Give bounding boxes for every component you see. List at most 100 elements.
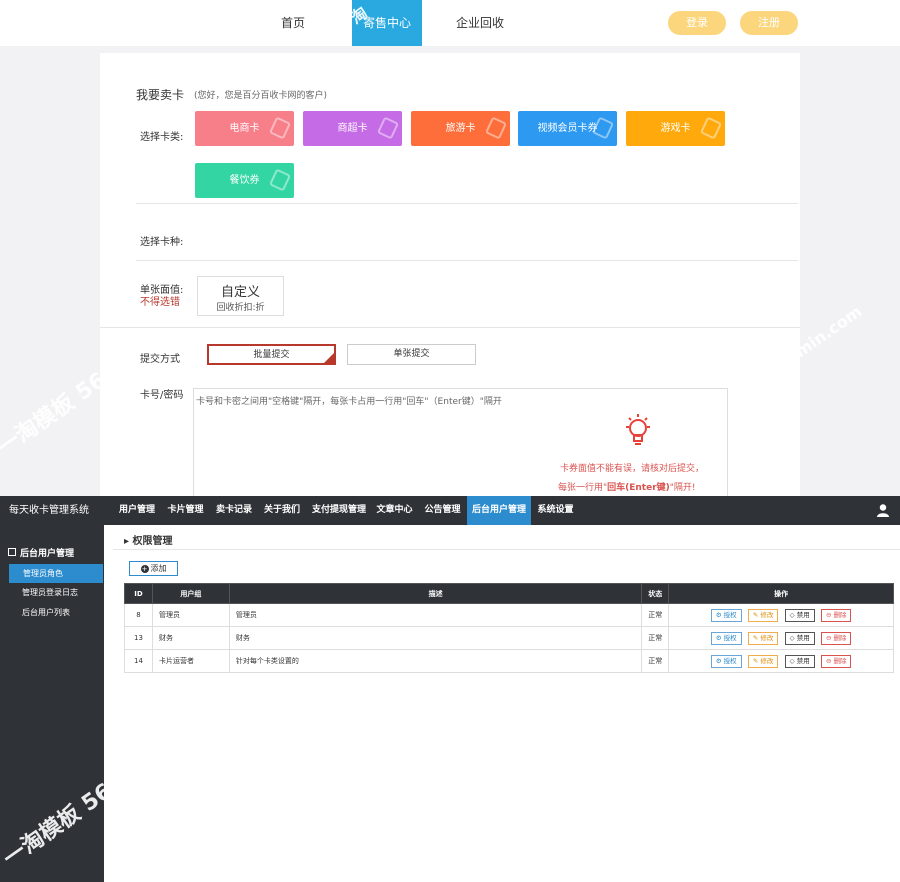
divider (136, 260, 798, 261)
custom-value-option[interactable]: 自定义 回收折扣:折 (197, 276, 284, 316)
cell-id: 13 (124, 626, 153, 650)
divider (100, 327, 800, 328)
edit-button[interactable]: ✎ 修改 (747, 654, 779, 668)
divider (113, 549, 900, 550)
tip-text: "隔开! (669, 483, 696, 493)
category-label-text: 餐饮券 (229, 175, 260, 186)
tip-line-1: 卡券面值不能有误，请核对后提交， (560, 464, 705, 474)
col-actions: 操作 (668, 583, 894, 604)
divider (136, 203, 798, 204)
card-input-textarea[interactable]: 卡号和卡密之间用"空格键"隔开，每张卡占用一行用"回车"（Enter键）"隔开 … (193, 388, 728, 496)
category-supermarket[interactable]: 商超卡 (303, 111, 402, 146)
single-submit-label: 单张提交 (393, 349, 430, 359)
category-label-text: 视频会员卡券 (537, 123, 598, 134)
plus-icon: + (140, 565, 149, 573)
nav-home[interactable]: 首页 (263, 0, 323, 46)
edit-button[interactable]: ✎ 修改 (747, 608, 779, 622)
register-button[interactable]: 注册 (740, 11, 798, 35)
breadcrumb: ▸ 权限管理 (124, 536, 173, 547)
topnav-admin-users[interactable]: 后台用户管理 (467, 496, 531, 525)
tip-line-2: 每张一行用"回车(Enter键)"隔开! (558, 480, 696, 493)
user-icon[interactable] (877, 504, 889, 517)
cell-status: 正常 (641, 603, 670, 627)
batch-submit-label: 批量提交 (253, 350, 290, 360)
authorize-button[interactable]: ⚙ 授权 (710, 631, 742, 645)
topnav-cards[interactable]: 卡片管理 (163, 496, 208, 525)
delete-label: 删除 (833, 610, 847, 619)
palm-icon (484, 116, 508, 140)
add-role-button[interactable]: + 添加 (129, 561, 178, 576)
authorize-button[interactable]: ⚙ 授权 (710, 608, 742, 622)
delete-button[interactable]: ⊖ 删除 (820, 631, 852, 645)
table-header: ID 用户组 描述 状态 操作 (124, 583, 894, 604)
tip-emphasis: 回车(Enter键) (607, 483, 670, 493)
category-video[interactable]: 视频会员卡券 (518, 111, 617, 146)
check-corner-icon (323, 352, 335, 364)
delete-button[interactable]: ⊖ 删除 (820, 608, 852, 622)
disable-label: 禁用 (796, 610, 810, 619)
edit-button[interactable]: ✎ 修改 (747, 631, 779, 645)
admin-sidebar: 后台用户管理 管理员角色 管理员登录日志 后台用户列表 一淘模板 56a (0, 525, 129, 882)
category-ecommerce[interactable]: 电商卡 (195, 111, 294, 146)
disable-label: 禁用 (796, 656, 810, 665)
topnav-settings[interactable]: 系统设置 (533, 496, 578, 525)
disable-button[interactable]: ◇ 禁用 (784, 631, 815, 645)
tip-text: 每张一行用" (558, 483, 608, 493)
category-travel[interactable]: 旅游卡 (411, 111, 510, 146)
topnav-users[interactable]: 用户管理 (114, 496, 160, 525)
sidebar-group-header[interactable]: 后台用户管理 (8, 546, 74, 559)
batch-submit-button[interactable]: 批量提交 (207, 344, 336, 365)
watermark: 一淘模板 56a (0, 770, 129, 872)
cell-status: 正常 (641, 626, 670, 650)
col-desc: 描述 (228, 583, 643, 604)
category-dining[interactable]: 餐饮券 (195, 163, 294, 198)
sidebar-item-login-log[interactable]: 管理员登录日志 (0, 583, 104, 602)
category-game[interactable]: 游戏卡 (626, 111, 725, 146)
site-nav: 首页 寄售中心 企业回收 登录 注册 (0, 0, 900, 46)
authorize-label: 授权 (723, 633, 737, 642)
topnav-notices[interactable]: 公告管理 (420, 496, 465, 525)
topnav-articles[interactable]: 文章中心 (372, 496, 417, 525)
nav-consignment[interactable]: 寄售中心 (352, 0, 422, 46)
table-row: 14 卡片运营者 针对每个卡类设置的 正常 ⚙ 授权 ✎ 修改 ◇ 禁用 ⊖ 删… (124, 649, 894, 673)
storefront: 首页 寄售中心 企业回收 登录 注册 我要卖卡 (您好，您是百分百收卡网的客户)… (0, 0, 900, 496)
cell-group: 管理员 (151, 603, 230, 627)
disable-button[interactable]: ◇ 禁用 (784, 654, 815, 668)
card-icon (268, 116, 292, 140)
sidebar-item-admin-roles[interactable]: 管理员角色 (9, 564, 103, 583)
topnav-payments[interactable]: 支付提现管理 (308, 496, 370, 525)
table-row: 13 财务 财务 正常 ⚙ 授权 ✎ 修改 ◇ 禁用 ⊖ 删除 (124, 626, 894, 650)
watermark: min.com (791, 301, 866, 362)
category-label-text: 旅游卡 (445, 123, 476, 134)
custom-value-title: 自定义 (220, 285, 260, 300)
login-button[interactable]: 登录 (668, 11, 726, 35)
sell-title: 我要卖卡 (136, 88, 185, 102)
col-group: 用户组 (151, 583, 230, 604)
sell-panel: 我要卖卡 (您好，您是百分百收卡网的客户) 选择卡类: 电商卡 商超卡 旅游卡 … (100, 53, 800, 496)
nav-enterprise[interactable]: 企业回收 (447, 0, 513, 46)
cell-desc: 财务 (228, 626, 643, 650)
cell-group: 财务 (151, 626, 230, 650)
topnav-sell-records[interactable]: 卖卡记录 (211, 496, 257, 525)
admin-topbar: 每天收卡管理系统 用户管理 卡片管理 卖卡记录 关于我们 支付提现管理 文章中心… (0, 496, 900, 525)
cell-desc: 针对每个卡类设置的 (228, 649, 643, 673)
disable-label: 禁用 (796, 633, 810, 642)
admin-panel: 每天收卡管理系统 用户管理 卡片管理 卖卡记录 关于我们 支付提现管理 文章中心… (0, 496, 900, 882)
cell-status: 正常 (641, 649, 670, 673)
col-id: ID (124, 583, 153, 604)
disable-button[interactable]: ◇ 禁用 (784, 608, 815, 622)
single-submit-button[interactable]: 单张提交 (347, 344, 476, 365)
gamepad-icon (699, 116, 723, 140)
cell-actions: ⚙ 授权 ✎ 修改 ◇ 禁用 ⊖ 删除 (668, 603, 894, 627)
authorize-button[interactable]: ⚙ 授权 (710, 654, 742, 668)
delete-button[interactable]: ⊖ 删除 (820, 654, 852, 668)
sidebar-item-user-list[interactable]: 后台用户列表 (0, 603, 104, 622)
topnav-about[interactable]: 关于我们 (259, 496, 305, 525)
admin-brand: 每天收卡管理系统 (9, 505, 89, 516)
edit-label: 修改 (760, 656, 774, 665)
card-input-label: 卡号/密码 (140, 390, 184, 401)
face-value-note: 不得选错 (140, 297, 180, 308)
edit-label: 修改 (760, 633, 774, 642)
card-input-placeholder: 卡号和卡密之间用"空格键"隔开，每张卡占用一行用"回车"（Enter键）"隔开 (196, 397, 502, 407)
cell-group: 卡片运营者 (151, 649, 230, 673)
